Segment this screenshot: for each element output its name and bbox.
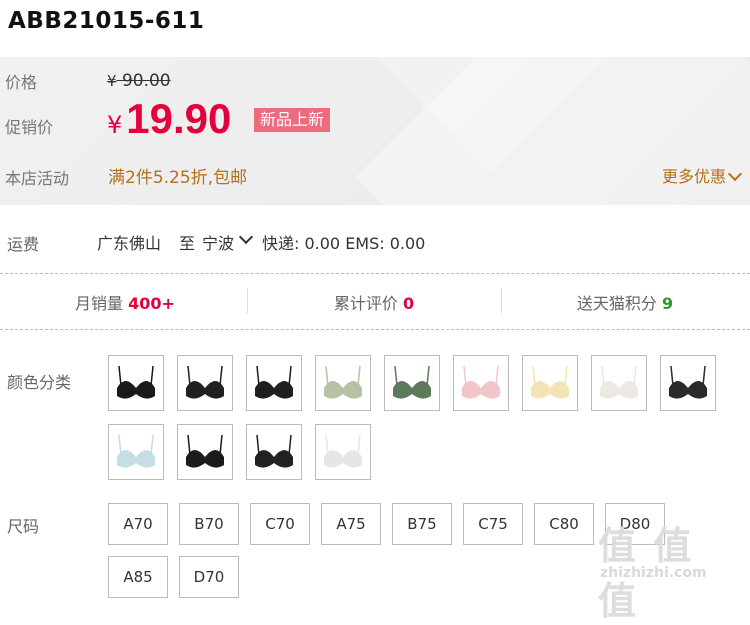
size-option[interactable]: B70	[179, 503, 239, 545]
color-swatch[interactable]	[591, 355, 647, 411]
destination-select[interactable]: 宁波	[202, 230, 234, 254]
color-swatch[interactable]	[315, 355, 371, 411]
size-option[interactable]: A70	[108, 503, 168, 545]
watermark-logo: 值 值 值 zhizhizhi.com	[598, 524, 707, 623]
size-option[interactable]: A75	[321, 503, 381, 545]
color-swatch[interactable]	[384, 355, 440, 411]
chevron-down-icon[interactable]	[238, 229, 254, 245]
color-swatch[interactable]	[315, 424, 371, 480]
divider	[0, 329, 750, 330]
size-option[interactable]: D70	[179, 556, 239, 598]
size-option[interactable]: C80	[534, 503, 594, 545]
tmall-points: 送天猫积分 9	[576, 294, 674, 313]
size-option[interactable]: C70	[250, 503, 310, 545]
bra-thumbnail-icon	[393, 365, 431, 399]
color-swatch[interactable]	[108, 424, 164, 480]
bra-thumbnail-icon	[324, 365, 362, 399]
color-label: 颜色分类	[7, 373, 72, 392]
size-option[interactable]: C75	[463, 503, 523, 545]
divider	[0, 273, 750, 274]
chevron-down-icon	[727, 166, 743, 182]
ship-to-word: 至	[179, 234, 196, 253]
review-count[interactable]: 累计评价 0	[249, 290, 499, 314]
color-swatch[interactable]	[177, 424, 233, 480]
bra-thumbnail-icon	[255, 434, 293, 468]
monthly-sales: 月销量 400+	[75, 294, 175, 313]
size-option[interactable]: A85	[108, 556, 168, 598]
bra-thumbnail-icon	[531, 365, 569, 399]
bra-thumbnail-icon	[669, 365, 707, 399]
bra-thumbnail-icon	[186, 365, 224, 399]
bra-thumbnail-icon	[117, 365, 155, 399]
store-activity-text[interactable]: 满2件5.25折,包邮	[108, 163, 247, 188]
bra-thumbnail-icon	[462, 365, 500, 399]
bra-thumbnail-icon	[255, 365, 293, 399]
original-price: ¥ 90.00	[107, 71, 171, 91]
bra-thumbnail-icon	[186, 434, 224, 468]
color-swatch[interactable]	[660, 355, 716, 411]
bra-thumbnail-icon	[324, 434, 362, 468]
shipping-fees: 快递: 0.00 EMS: 0.00	[262, 234, 426, 253]
color-swatch[interactable]	[108, 355, 164, 411]
new-arrival-badge: 新品上新	[254, 108, 331, 132]
product-title: ABB21015-611	[8, 8, 205, 34]
promo-price-label: 促销价	[5, 118, 54, 137]
color-swatch[interactable]	[453, 355, 509, 411]
bra-thumbnail-icon	[600, 365, 638, 399]
size-option[interactable]: B75	[392, 503, 452, 545]
divider	[247, 288, 248, 314]
price-label: 价格	[5, 73, 38, 92]
shipping-row: 运费 广东佛山 至 宁波 快递: 0.00 EMS: 0.00	[0, 225, 750, 255]
ship-from: 广东佛山	[97, 234, 162, 253]
sales-stats: 月销量 400+ 累计评价 0 送天猫积分 9	[0, 288, 750, 316]
color-swatch[interactable]	[177, 355, 233, 411]
promo-price: ¥19.90	[107, 95, 232, 142]
color-swatch[interactable]	[246, 355, 302, 411]
color-swatch[interactable]	[246, 424, 302, 480]
color-swatch[interactable]	[522, 355, 578, 411]
more-discounts-link[interactable]: 更多优惠	[662, 163, 743, 187]
bra-thumbnail-icon	[117, 434, 155, 468]
shipping-label: 运费	[7, 235, 40, 254]
size-label: 尺码	[7, 517, 40, 536]
store-activity-label: 本店活动	[5, 169, 70, 188]
